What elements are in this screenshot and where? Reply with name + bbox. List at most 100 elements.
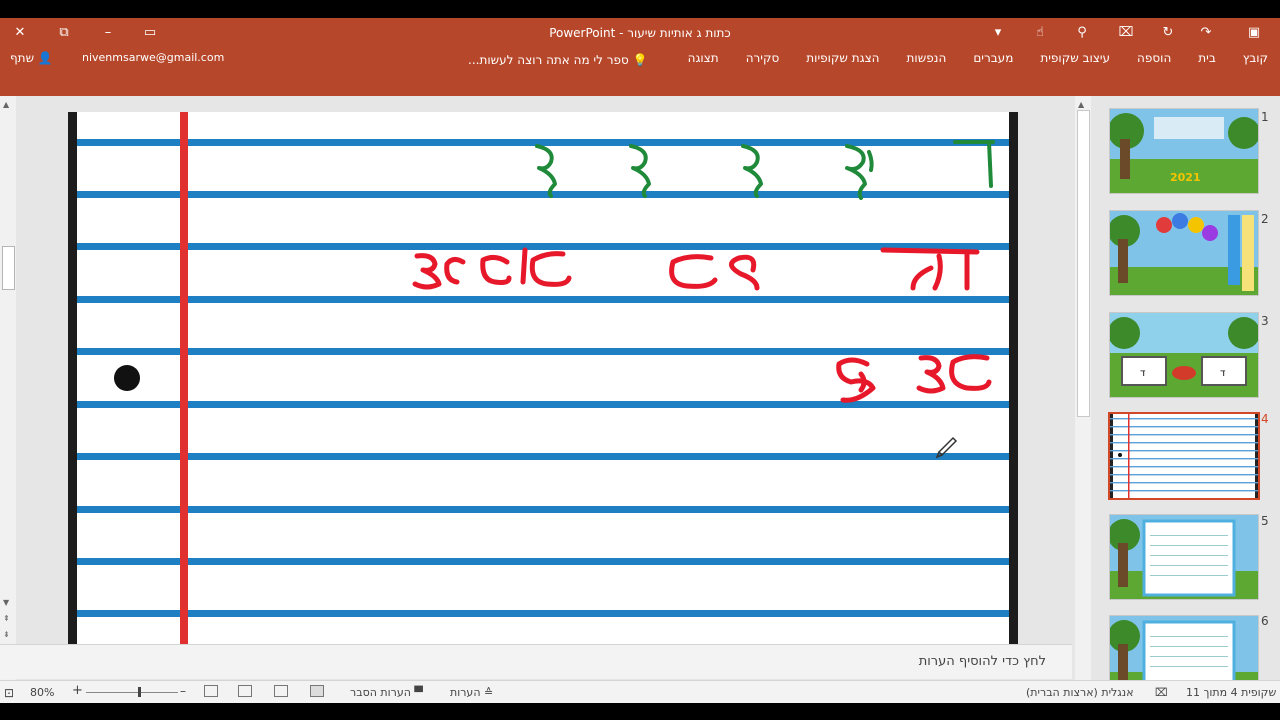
thumbnail-number-2: 2 [1261, 212, 1269, 226]
thumbnail-slide-2[interactable] [1109, 210, 1259, 296]
slide-1-year: 2021 [1170, 171, 1201, 184]
ribbon-tab-bar: 👤 שתף nivenmsarwe@gmail.com 💡 ספר לי מה … [0, 48, 1280, 96]
fit-to-window-icon: ⊡ [4, 686, 15, 700]
slide-3-right-letter: ד [1220, 368, 1226, 379]
thumbnail-slide-3[interactable]: ד ד [1109, 312, 1259, 398]
tab-file[interactable]: קובץ [1243, 51, 1268, 65]
touch-mode-button[interactable]: ☝ [1028, 23, 1052, 43]
redo-button[interactable]: ↷ [1194, 23, 1218, 43]
tell-me-text: ספר לי מה אתה רוצה לעשות... [468, 53, 629, 67]
comments-label: הערות הסבר [350, 686, 411, 699]
screenshot-icon: ⌧ [1118, 25, 1134, 40]
close-icon: ✕ [14, 25, 26, 40]
tab-view[interactable]: תצוגה [688, 51, 719, 65]
slide-3-left-letter: ד [1140, 368, 1146, 379]
notes-button[interactable]: הערות ≙ [450, 686, 493, 699]
customize-quick-access-button[interactable]: ▾ [986, 23, 1010, 43]
reading-view-icon[interactable] [238, 685, 252, 697]
comment-icon: ▀ [414, 686, 423, 699]
slide-1-preview: 2021 [1110, 109, 1258, 193]
touch-icon: ☝ [1036, 25, 1044, 40]
tab-home[interactable]: בית [1198, 51, 1216, 65]
save-icon: ▣ [1247, 25, 1261, 40]
scroll-up-icon[interactable]: ▲ [3, 100, 9, 109]
slide-scrollbar[interactable]: ▲ [1075, 96, 1091, 692]
slide-4-preview [1110, 414, 1258, 498]
user-icon: 👤 [37, 51, 53, 65]
tab-insert[interactable]: הוספה [1137, 51, 1171, 65]
thumbnail-slide-5[interactable] [1109, 514, 1259, 600]
ruled-lines [77, 139, 1009, 617]
redo-icon: ↷ [1200, 25, 1212, 40]
powerpoint-window: ✕ ⧉ – ▭ כתות ג אותיות שיעור - PowerPoint… [0, 18, 1280, 703]
repeat-icon: ↻ [1162, 25, 1174, 40]
scroll-thumb[interactable] [2, 246, 15, 290]
notes-icon: ≙ [484, 686, 494, 699]
close-button[interactable]: ✕ [8, 23, 32, 43]
slide-sorter-view-icon[interactable] [274, 685, 288, 697]
fit-slide-button[interactable]: ⊡ [4, 686, 14, 700]
slideshow-view-icon[interactable] [204, 685, 218, 697]
zoom-in-button[interactable]: + [72, 683, 83, 698]
thumbnail-number-4: 4 [1261, 412, 1269, 426]
handwriting-row-2 [412, 247, 980, 291]
left-scrollbar[interactable]: ▲ ▼ ⇞ ⇟ [0, 96, 17, 692]
language-indicator[interactable]: אנגלית (ארצות הברית) [1026, 686, 1134, 699]
title-bar: ✕ ⧉ – ▭ כתות ג אותיות שיעור - PowerPoint… [0, 18, 1280, 48]
workspace: ▲ ▼ ⇞ ⇟ ▲ 2021 1 2 ד ד 3 4 5 6 [0, 96, 1280, 701]
status-bar: ⊡ 80% + – הערות הסבר ▀ הערות ≙ אנגלית (א… [0, 680, 1280, 703]
thumbnail-number-1: 1 [1261, 110, 1269, 124]
thumbnail-slide-4[interactable] [1108, 412, 1260, 500]
next-slide-icon[interactable]: ⇟ [3, 630, 10, 639]
thumbnail-number-6: 6 [1261, 614, 1269, 628]
margin-line [180, 112, 188, 647]
save-button[interactable]: ▣ [1242, 23, 1266, 43]
ribbon-tabs: קובץ בית הוספה עיצוב שקופית מעברים הנפשו… [688, 51, 1268, 65]
account-email[interactable]: nivenmsarwe@gmail.com [82, 51, 224, 64]
zoom-level[interactable]: 80% [30, 686, 54, 699]
tab-transitions[interactable]: מעברים [973, 51, 1013, 65]
handwriting-row-3 [836, 354, 992, 403]
thumbnail-number-3: 3 [1261, 314, 1269, 328]
zoom-out-button[interactable]: – [180, 684, 186, 698]
slide-3-preview: ד ד [1110, 313, 1258, 397]
slide-editing-area[interactable] [16, 96, 1070, 692]
restore-icon: ⧉ [59, 25, 69, 40]
share-button[interactable]: 👤 שתף [10, 51, 53, 65]
slide-thumbnails-pane: 2021 1 2 ד ד 3 4 5 6 [1091, 96, 1280, 701]
tab-animations[interactable]: הנפשות [907, 51, 947, 65]
ribbon-display-icon: ▭ [143, 25, 157, 40]
thumbnail-slide-1[interactable]: 2021 [1109, 108, 1259, 194]
chevron-down-icon: ▾ [994, 25, 1002, 40]
minimize-button[interactable]: – [96, 23, 120, 43]
tab-slideshow[interactable]: הצגת שקופיות [806, 51, 879, 65]
scroll-down-icon[interactable]: ▼ [3, 598, 9, 607]
scroll-thumb[interactable] [1077, 110, 1090, 417]
screenshot-button[interactable]: ⌧ [1114, 23, 1138, 43]
previous-slide-icon[interactable]: ⇞ [3, 614, 10, 623]
slide-2-preview [1110, 211, 1258, 295]
restore-button[interactable]: ⧉ [52, 23, 76, 43]
minimize-icon: – [104, 25, 112, 40]
scroll-up-icon[interactable]: ▲ [1078, 100, 1084, 109]
tab-design[interactable]: עיצוב שקופית [1040, 51, 1110, 65]
present-from-start-button[interactable]: ⚲ [1070, 23, 1094, 43]
normal-view-icon[interactable] [310, 685, 324, 697]
share-label: שתף [10, 51, 35, 65]
slide-counter: שקופית 4 מתוך 11 [1186, 686, 1277, 699]
thumbnail-number-5: 5 [1261, 514, 1269, 528]
tab-review[interactable]: סקירה [746, 51, 780, 65]
lined-paper-drawing [77, 112, 1009, 647]
notes-pane[interactable]: לחץ כדי להוסיף הערות [0, 644, 1072, 679]
bullet-dot [114, 365, 140, 391]
repeat-button[interactable]: ↻ [1156, 23, 1180, 43]
zoom-slider[interactable] [86, 692, 178, 693]
ribbon-display-options-button[interactable]: ▭ [138, 23, 162, 43]
current-slide[interactable] [68, 112, 1018, 647]
spellcheck-icon[interactable]: ⌧ [1155, 686, 1168, 699]
handwriting-row-1 [535, 140, 995, 200]
window-title: כתות ג אותיות שיעור - PowerPoint [549, 26, 731, 40]
tell-me-box[interactable]: 💡 ספר לי מה אתה רוצה לעשות... [468, 53, 648, 67]
comments-button[interactable]: הערות הסבר ▀ [350, 686, 423, 699]
zoom-slider-knob[interactable] [138, 687, 141, 697]
